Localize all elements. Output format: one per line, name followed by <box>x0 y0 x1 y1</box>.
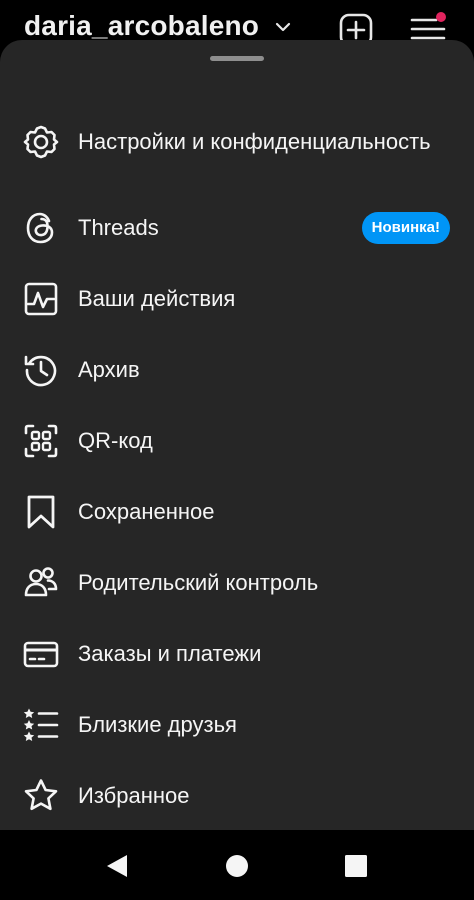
gear-icon <box>22 123 60 161</box>
menu-item-close-friends[interactable]: Близкие друзья <box>0 689 474 760</box>
menu-item-label: Threads <box>78 214 159 240</box>
recents-icon[interactable] <box>342 852 370 880</box>
menu-item-threads[interactable]: Threads Новинка! <box>0 192 474 263</box>
system-nav-bar <box>0 830 474 900</box>
star-icon <box>22 777 60 815</box>
menu-item-label: Сохраненное <box>78 498 215 524</box>
menu-item-favorites[interactable]: Избранное <box>0 760 474 831</box>
card-icon <box>22 635 60 673</box>
menu-item-label: Заказы и платежи <box>78 640 262 666</box>
menu-item-orders-payments[interactable]: Заказы и платежи <box>0 618 474 689</box>
supervision-icon <box>22 564 60 602</box>
menu-item-settings[interactable]: Настройки и конфиденциальность <box>0 92 474 192</box>
threads-icon <box>22 209 60 247</box>
menu-item-saved[interactable]: Сохраненное <box>0 476 474 547</box>
menu-item-label: Ваши действия <box>78 285 236 311</box>
close-friends-icon <box>22 706 60 744</box>
username-title[interactable]: daria_arcobaleno <box>24 10 259 42</box>
archive-icon <box>22 351 60 389</box>
menu-item-label: Избранное <box>78 782 190 808</box>
menu-item-label: Близкие друзья <box>78 711 237 737</box>
menu-list: Настройки и конфиденциальность Threads Н… <box>0 92 474 831</box>
qr-code-icon <box>22 422 60 460</box>
menu-item-label: Настройки и конфиденциальность <box>78 129 431 154</box>
chevron-down-icon[interactable] <box>274 20 292 34</box>
menu-sheet: Настройки и конфиденциальность Threads Н… <box>0 40 474 830</box>
menu-item-qr-code[interactable]: QR-код <box>0 405 474 476</box>
activity-icon <box>22 280 60 318</box>
screen: daria_arcobaleno Настройки и конфиденциа… <box>0 0 474 900</box>
sheet-drag-handle[interactable] <box>210 56 264 61</box>
menu-item-label: QR-код <box>78 427 153 453</box>
notification-dot <box>436 12 446 22</box>
menu-item-label: Архив <box>78 356 140 382</box>
back-icon[interactable] <box>103 852 131 880</box>
new-badge: Новинка! <box>361 211 450 244</box>
menu-item-your-activity[interactable]: Ваши действия <box>0 263 474 334</box>
menu-item-archive[interactable]: Архив <box>0 334 474 405</box>
home-icon[interactable] <box>223 852 251 880</box>
menu-item-label: Родительский контроль <box>78 569 319 595</box>
menu-item-parental-control[interactable]: Родительский контроль <box>0 547 474 618</box>
bookmark-icon <box>22 493 60 531</box>
